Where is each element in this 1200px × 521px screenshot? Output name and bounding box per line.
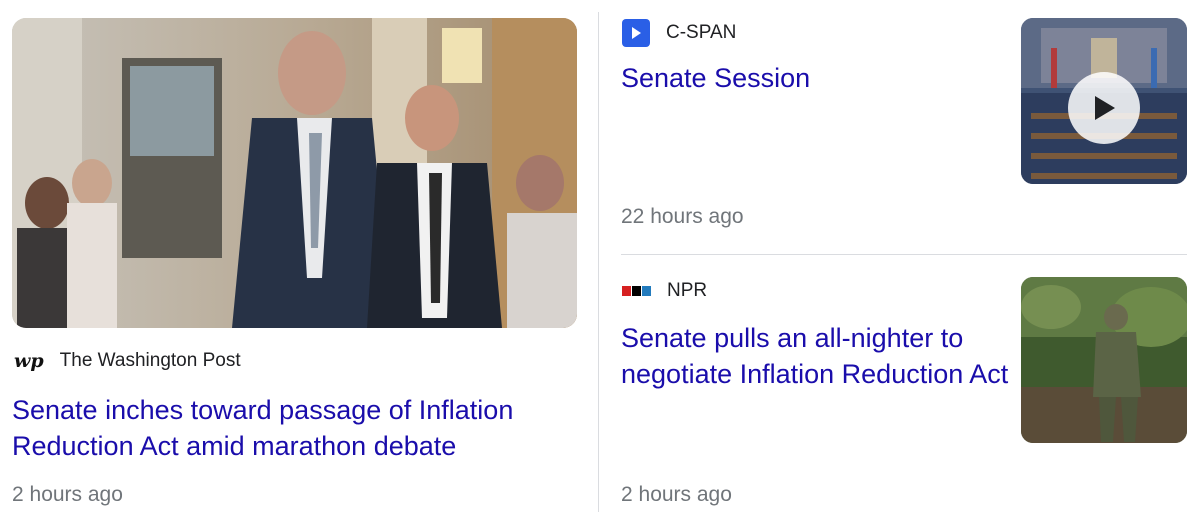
story-timestamp: 2 hours ago	[621, 483, 732, 506]
cspan-play-icon	[622, 19, 650, 47]
story-headline[interactable]: Senate Session	[621, 60, 1001, 96]
story-source: C-SPAN	[622, 19, 736, 47]
story-source: NPR	[622, 280, 707, 302]
source-name: NPR	[667, 280, 708, 301]
story-image-senators-walking[interactable]	[12, 18, 577, 328]
npr-logo-p	[632, 286, 641, 296]
story-thumbnail-soldier-in-woods[interactable]	[1021, 277, 1187, 443]
story-timestamp: 22 hours ago	[621, 205, 744, 228]
wp-logo-icon: wp	[14, 350, 44, 372]
story-headline[interactable]: Senate pulls an all-nighter to negotiate…	[621, 320, 1011, 392]
npr-logo-n	[622, 286, 631, 296]
source-name: C-SPAN	[666, 22, 737, 43]
story-headline[interactable]: Senate inches toward passage of Inflatio…	[12, 392, 582, 464]
source-name: The Washington Post	[59, 350, 241, 371]
story-card-washington-post[interactable]: wp The Washington Post Senate inches tow…	[0, 0, 598, 521]
story-timestamp: 2 hours ago	[12, 483, 123, 506]
npr-logo-r	[642, 286, 651, 296]
story-thumbnail-senate-chamber[interactable]	[1021, 18, 1187, 184]
npr-logo-icon	[622, 286, 651, 296]
play-video-button[interactable]	[1068, 72, 1140, 144]
story-source: wp The Washington Post	[14, 350, 241, 372]
play-icon	[1095, 96, 1115, 120]
